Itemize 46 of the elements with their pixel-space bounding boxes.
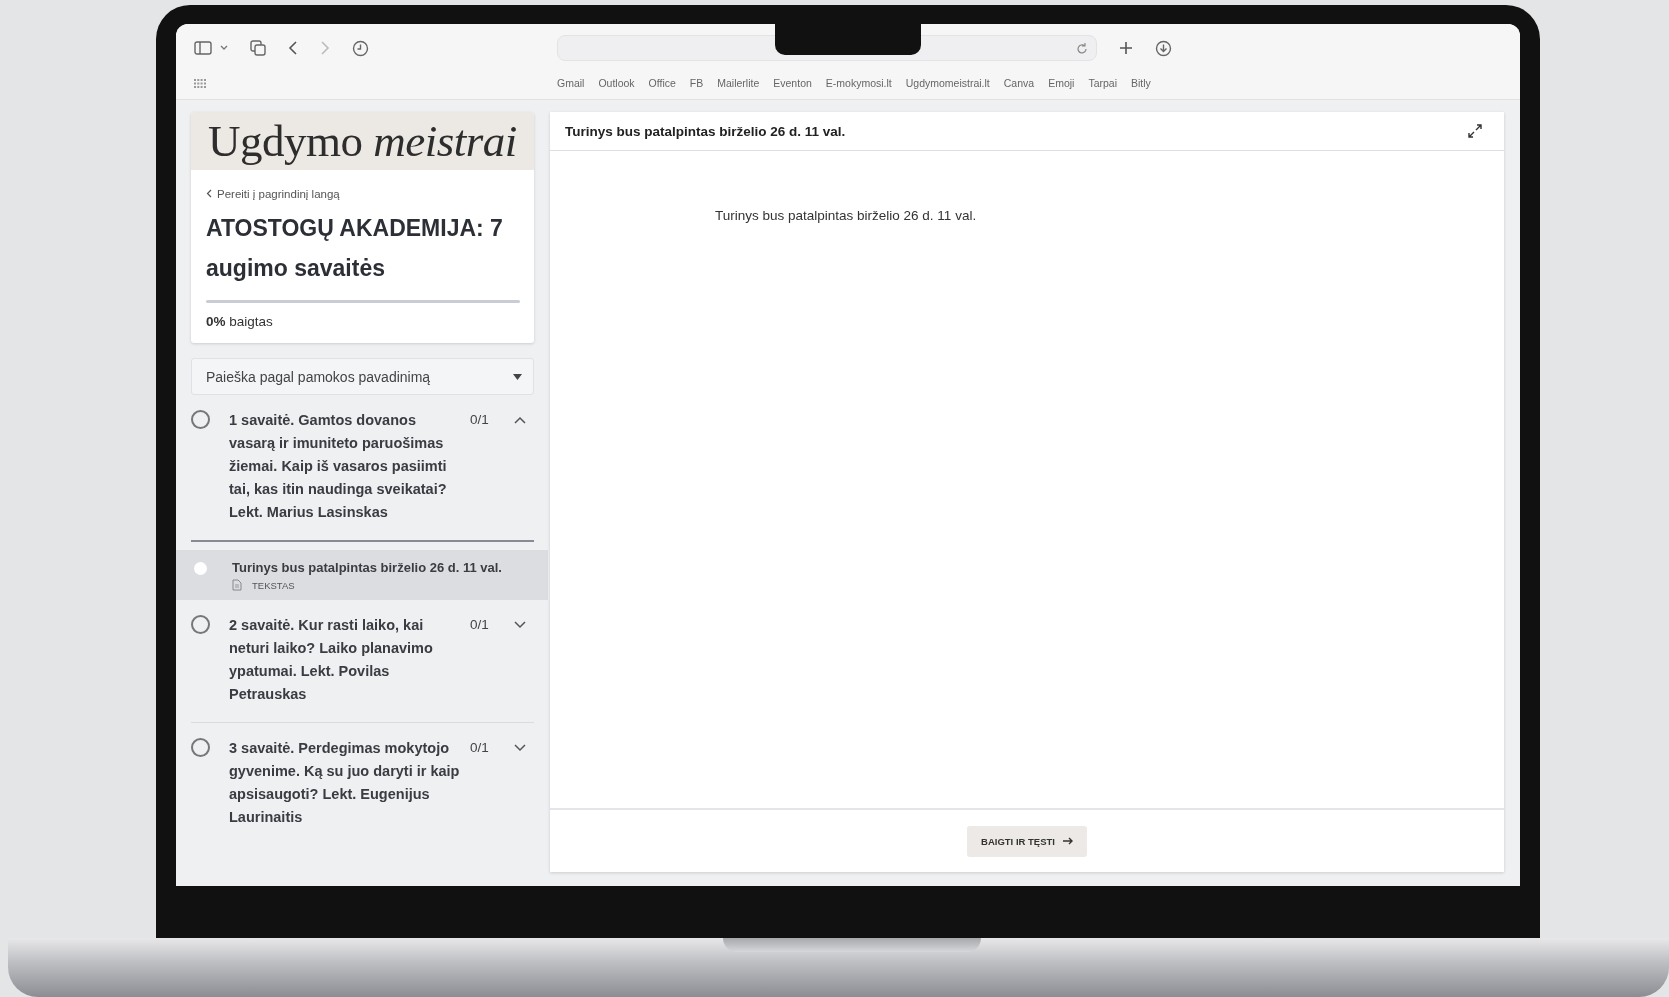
back-link[interactable]: Pereiti į pagrindinį langą bbox=[206, 187, 340, 200]
lesson-type: TEKSTAS bbox=[252, 579, 295, 591]
finish-continue-button[interactable]: BAIGTI IR TĘSTI bbox=[967, 825, 1087, 857]
plus-icon[interactable] bbox=[1119, 41, 1133, 55]
section-count: 0/1 bbox=[470, 412, 490, 427]
tabs-icon[interactable] bbox=[250, 40, 266, 56]
chevron-down-icon[interactable] bbox=[514, 744, 526, 752]
bookmark-link[interactable]: Outlook bbox=[598, 77, 635, 89]
section-count: 0/1 bbox=[470, 740, 490, 755]
lesson-item[interactable]: Turinys bus patalpintas birželio 26 d. 11 val. TEKSTAS bbox=[176, 550, 548, 600]
bookmark-link[interactable]: Mailerlite bbox=[717, 77, 760, 89]
logo[interactable]: Ugdymo meistrai bbox=[208, 115, 517, 167]
section-title[interactable]: 2 savaitė. Kur rasti laiko, kai neturi laiko? Laiko planavimo ypatumai. Lekt. Povilas Petrauskas bbox=[229, 614, 470, 706]
bookmark-link[interactable]: Emoji bbox=[1048, 77, 1075, 89]
bookmark-link[interactable]: Eventon bbox=[773, 77, 812, 89]
chevron-left-icon bbox=[206, 189, 212, 198]
chevron-down-icon[interactable] bbox=[220, 45, 228, 51]
bookmark-link[interactable]: Canva bbox=[1003, 77, 1035, 89]
course-title: ATOSTOGŲ AKADEMIJA: 7 augimo savaitės bbox=[206, 214, 504, 283]
sidebar-icon[interactable] bbox=[194, 41, 212, 55]
reload-icon[interactable] bbox=[1076, 41, 1088, 55]
bookmark-link[interactable]: Gmail bbox=[557, 77, 585, 89]
back-icon[interactable] bbox=[288, 40, 298, 56]
dropdown-caret-icon bbox=[513, 374, 522, 380]
expand-icon[interactable] bbox=[1468, 124, 1482, 138]
document-icon bbox=[232, 579, 242, 591]
chevron-up-icon[interactable] bbox=[514, 416, 526, 424]
lesson-search-field[interactable]: Paieška pagal pamokos pavadinimą bbox=[191, 358, 534, 395]
bookmark-link[interactable]: FB bbox=[689, 77, 704, 89]
grid-icon[interactable] bbox=[194, 78, 206, 88]
bookmark-link[interactable]: Bitly bbox=[1131, 77, 1151, 89]
chevron-down-icon[interactable] bbox=[514, 621, 526, 629]
history-icon[interactable] bbox=[352, 39, 369, 57]
section-title[interactable]: 3 savaitė. Perdegimas mokytojo gyvenime. Ką su juo daryti ir kaip apsisaugoti? Lekt. Eugenijus Laurinaitis bbox=[229, 737, 470, 829]
download-icon[interactable] bbox=[1155, 39, 1172, 57]
progress-label: 0% baigtas bbox=[206, 314, 274, 329]
section-title[interactable]: 1 savaitė. Gamtos dovanos vasarą ir imuniteto paruošimas žiemai. Kaip iš vasaros pasiimti tai, kas itin naudinga sveikatai? Lekt. Marius Lasinskas bbox=[229, 409, 470, 524]
arrow-right-icon bbox=[1062, 837, 1074, 845]
bookmark-link[interactable]: Ugdymomeistrai.lt bbox=[905, 77, 990, 89]
section-count: 0/1 bbox=[470, 617, 490, 632]
lesson-title: Turinys bus patalpintas birželio 26 d. 11 val. bbox=[232, 560, 502, 575]
bookmark-link[interactable]: Office bbox=[648, 77, 676, 89]
bookmark-link[interactable]: E-mokymosi.lt bbox=[825, 77, 892, 89]
bookmark-link[interactable]: Tarpai bbox=[1088, 77, 1117, 89]
lesson-header-title: Turinys bus patalpintas birželio 26 d. 11 val. bbox=[565, 123, 846, 139]
lesson-body-text: Turinys bus patalpintas birželio 26 d. 11 val. bbox=[715, 208, 977, 223]
